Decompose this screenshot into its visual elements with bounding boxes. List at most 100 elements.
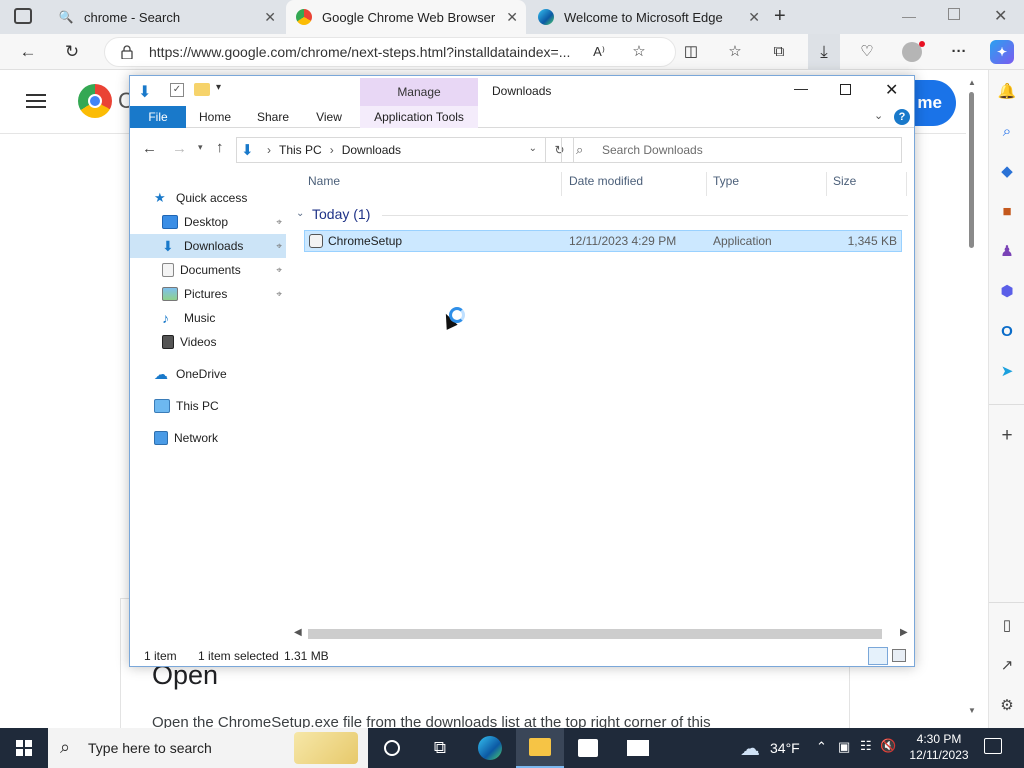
favorites-icon[interactable]: ☆ xyxy=(722,40,748,64)
open-external-icon[interactable]: ↗ xyxy=(997,656,1017,676)
tools-icon[interactable]: ■ xyxy=(997,202,1017,222)
column-divider[interactable] xyxy=(906,172,907,196)
help-icon[interactable]: ? xyxy=(894,109,910,125)
quick-access-toolbar-dropdown-icon[interactable]: ▾ xyxy=(216,82,221,93)
expand-ribbon-icon[interactable]: ⌄ xyxy=(874,109,883,122)
search-input[interactable]: ⌕ Search Downloads xyxy=(561,137,902,163)
outlook-icon[interactable]: O xyxy=(997,322,1017,342)
send-icon[interactable]: ➤ xyxy=(997,362,1017,382)
close-window-icon[interactable]: ✕ xyxy=(885,80,898,100)
column-divider[interactable] xyxy=(826,172,827,196)
system-clock[interactable]: 4:30 PM 12/11/2023 xyxy=(902,731,976,763)
new-tab-icon[interactable]: + xyxy=(774,5,794,28)
scroll-down-icon[interactable]: ▼ xyxy=(968,706,976,715)
new-folder-icon[interactable] xyxy=(194,83,210,96)
search-icon[interactable]: ⌕ xyxy=(997,122,1017,142)
nav-item-desktop[interactable]: Desktop ⌖ xyxy=(130,210,286,234)
nav-item-videos[interactable]: Videos xyxy=(130,330,286,354)
microsoft365-icon[interactable]: ⬢ xyxy=(997,282,1017,302)
split-screen-icon[interactable]: ◫ xyxy=(678,40,704,64)
column-divider[interactable] xyxy=(561,172,562,196)
close-window-icon[interactable]: ✕ xyxy=(994,6,1007,26)
add-icon[interactable]: + xyxy=(997,426,1017,446)
page-scroll-thumb[interactable] xyxy=(969,92,974,248)
tab-share[interactable]: Share xyxy=(250,106,296,128)
restore-icon[interactable] xyxy=(948,8,960,20)
tab-google-chrome[interactable]: Google Chrome Web Browser ✕ xyxy=(286,0,526,34)
task-view-icon[interactable]: ⧉ xyxy=(416,728,464,768)
chevron-down-icon[interactable]: ⌄ xyxy=(529,143,537,154)
tab-view[interactable]: View xyxy=(306,106,352,128)
pin-icon[interactable]: ⌖ xyxy=(276,289,282,300)
tab-chrome-search[interactable]: 🔍 chrome - Search ✕ xyxy=(48,0,284,34)
nav-item-pictures[interactable]: Pictures ⌖ xyxy=(130,282,286,306)
gear-icon[interactable]: ⚙ xyxy=(997,696,1017,716)
back-icon[interactable]: ← xyxy=(16,40,40,64)
sidebar-panel-icon[interactable]: ▯ xyxy=(997,616,1017,636)
tab-home[interactable]: Home xyxy=(192,106,238,128)
copilot-icon[interactable]: ✦ xyxy=(990,40,1014,64)
nav-item-this-pc[interactable]: This PC xyxy=(130,394,286,418)
settings-more-icon[interactable]: ··· xyxy=(946,40,972,64)
weather-cloud-icon[interactable]: ☁ xyxy=(740,736,760,761)
pin-icon[interactable]: ⌖ xyxy=(276,217,282,228)
column-header-date-modified[interactable]: Date modified xyxy=(569,174,643,194)
bell-icon[interactable]: 🔔 xyxy=(997,82,1017,102)
notifications-icon[interactable] xyxy=(984,738,1002,754)
column-header-size[interactable]: Size xyxy=(833,174,856,194)
cortana-icon[interactable] xyxy=(368,728,416,768)
breadcrumb[interactable]: ⬇ › This PC › Downloads ⌄ xyxy=(236,137,546,163)
back-icon[interactable]: ← xyxy=(142,140,157,157)
properties-icon[interactable]: ✓ xyxy=(170,83,184,97)
browser-essentials-icon[interactable]: ♡ xyxy=(854,40,880,64)
nav-item-downloads[interactable]: ⬇ Downloads ⌖ xyxy=(130,234,286,258)
favorite-star-icon[interactable]: ☆ xyxy=(626,40,652,64)
windows-start-icon[interactable] xyxy=(0,728,48,768)
mail-icon[interactable] xyxy=(614,728,662,768)
nav-item-quick-access[interactable]: ★ Quick access xyxy=(130,186,286,210)
file-explorer-taskbar-icon[interactable] xyxy=(516,728,564,768)
games-icon[interactable]: ♟ xyxy=(997,242,1017,262)
forward-icon[interactable]: → xyxy=(172,140,187,157)
group-header-today[interactable]: Today (1) xyxy=(312,206,370,222)
minimize-icon[interactable]: — xyxy=(902,8,916,24)
scroll-right-icon[interactable]: ▶ xyxy=(900,627,908,638)
tab-file[interactable]: File xyxy=(130,106,186,128)
column-header-name[interactable]: Name xyxy=(308,174,340,194)
read-aloud-icon[interactable]: A⁾ xyxy=(586,40,612,64)
column-header-type[interactable]: Type xyxy=(713,174,739,194)
manage-context-tab[interactable]: Manage xyxy=(360,78,478,106)
details-view-icon[interactable] xyxy=(868,647,888,665)
collapse-group-icon[interactable]: ⌄ xyxy=(296,208,304,219)
maximize-icon[interactable] xyxy=(840,84,851,95)
shopping-tag-icon[interactable]: ◆ xyxy=(997,162,1017,182)
breadcrumb-downloads[interactable]: Downloads xyxy=(342,143,401,157)
scroll-up-icon[interactable]: ▲ xyxy=(968,78,976,87)
store-icon[interactable] xyxy=(564,728,612,768)
edge-taskbar-icon[interactable] xyxy=(466,728,514,768)
volume-muted-icon[interactable]: 🔇 xyxy=(880,738,896,754)
chevron-up-icon[interactable]: ⌃ xyxy=(816,739,827,755)
file-row[interactable]: ChromeSetup 12/11/2023 4:29 PM Applicati… xyxy=(304,230,902,252)
tab-edge-welcome[interactable]: Welcome to Microsoft Edge ✕ xyxy=(528,0,768,34)
scroll-left-icon[interactable]: ◀ xyxy=(294,627,302,638)
up-icon[interactable]: ↑ xyxy=(216,139,224,156)
nav-item-music[interactable]: ♪ Music xyxy=(130,306,286,330)
menu-icon[interactable] xyxy=(26,94,46,108)
column-divider[interactable] xyxy=(706,172,707,196)
downloads-button[interactable]: ⤓ xyxy=(808,34,840,70)
tab-actions-icon[interactable] xyxy=(14,8,32,24)
refresh-icon[interactable]: ↻ xyxy=(60,40,84,64)
pin-icon[interactable]: ⌖ xyxy=(276,265,282,276)
search-highlight-icon[interactable] xyxy=(294,732,358,764)
recent-locations-icon[interactable]: ▾ xyxy=(198,142,203,153)
close-icon[interactable]: ✕ xyxy=(506,9,518,26)
nav-item-onedrive[interactable]: ☁ OneDrive xyxy=(130,362,286,386)
large-icons-view-icon[interactable] xyxy=(892,649,906,662)
tab-application-tools[interactable]: Application Tools xyxy=(360,106,478,128)
minimize-icon[interactable]: — xyxy=(794,80,808,96)
close-icon[interactable]: ✕ xyxy=(264,9,276,26)
nav-item-documents[interactable]: Documents ⌖ xyxy=(130,258,286,282)
meet-now-icon[interactable]: ▣ xyxy=(838,739,850,755)
pin-icon[interactable]: ⌖ xyxy=(276,241,282,252)
